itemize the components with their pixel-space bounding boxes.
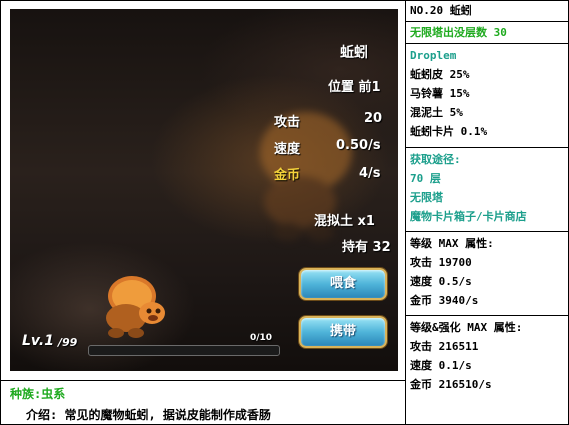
enhanced-gold: 金币 216510/s — [410, 378, 492, 391]
info-header-cell: NO.20 蚯蚓 — [406, 1, 568, 21]
level-max-label: /99 — [58, 336, 78, 349]
enhanced-attack: 攻击 216511 — [410, 340, 479, 353]
race-text: 种族:虫系 — [0, 381, 406, 403]
max-stats-title: 等级 MAX 属性: — [410, 237, 494, 250]
infinite-floor-cell: 无限塔出没层数 30 — [406, 21, 568, 43]
drop-item: 蚯蚓卡片 0.1% — [410, 125, 488, 138]
speed-label: 速度 — [274, 142, 301, 157]
obtain-shop: 魔物卡片箱子/卡片商店 — [410, 210, 527, 223]
attack-value: 20 — [364, 111, 383, 126]
intro-text: 介绍: 常见的魔物蚯蚓, 据说皮能制作成香肠 — [0, 403, 406, 425]
obtain-tower: 无限塔 — [410, 191, 443, 204]
game-view: 蚯蚓 位置 前1 攻击 20 速度 0.50/s 金币 4/s 混拟土 x1 持… — [10, 9, 398, 371]
obtain-floor: 70 层 — [410, 172, 441, 185]
exp-progress-bar — [88, 345, 280, 356]
enhanced-stats-title: 等级&强化 MAX 属性: — [410, 321, 523, 334]
feed-button[interactable]: 喂食 — [299, 268, 387, 300]
infinite-floor-text: 无限塔出没层数 30 — [410, 26, 507, 39]
worm-sprite-icon — [106, 276, 165, 338]
gold-value: 4/s — [359, 166, 381, 181]
speed-value: 0.50/s — [336, 138, 381, 153]
exp-progress-text: 0/10 — [250, 333, 273, 343]
monster-name: 蚯蚓 — [340, 45, 368, 61]
enhanced-speed: 速度 0.1/s — [410, 359, 472, 372]
attack-label: 攻击 — [274, 115, 301, 130]
position-label: 位置 前1 — [328, 80, 381, 95]
max-gold: 金币 3940/s — [410, 294, 479, 307]
obtain-title: 获取途径: — [410, 153, 461, 166]
max-stats-cell: 等级 MAX 属性: 攻击 19700 速度 0.5/s 金币 3940/s — [406, 231, 568, 315]
level-label: Lv.1 — [22, 333, 54, 349]
drop-cell: Droplem 蚯蚓皮 25% 马铃薯 15% 混泥土 5% 蚯蚓卡片 0.1% — [406, 43, 568, 147]
enhanced-stats-cell: 等级&强化 MAX 属性: 攻击 216511 速度 0.1/s 金币 2165… — [406, 315, 568, 425]
drop-item: 蚯蚓皮 25% — [410, 68, 470, 81]
obtain-cell: 获取途径: 70 层 无限塔 魔物卡片箱子/卡片商店 — [406, 147, 568, 231]
drop-item: 混泥土 5% — [410, 106, 463, 119]
drop-title: Droplem — [410, 49, 457, 62]
owned-count: 持有 32 — [342, 240, 391, 255]
max-speed: 速度 0.5/s — [410, 275, 472, 288]
gold-label: 金币 — [274, 168, 301, 183]
max-attack: 攻击 19700 — [410, 256, 472, 269]
info-table: NO.20 蚯蚓 无限塔出没层数 30 Droplem 蚯蚓皮 25% 马铃薯 … — [406, 0, 569, 425]
carry-button[interactable]: 携带 — [299, 316, 387, 348]
drop-item: 马铃薯 15% — [410, 87, 470, 100]
game-screenshot-frame: 蚯蚓 位置 前1 攻击 20 速度 0.50/s 金币 4/s 混拟土 x1 持… — [0, 0, 406, 381]
item-name: 混拟土 x1 — [314, 214, 375, 229]
monster-number-title: NO.20 蚯蚓 — [410, 4, 472, 17]
